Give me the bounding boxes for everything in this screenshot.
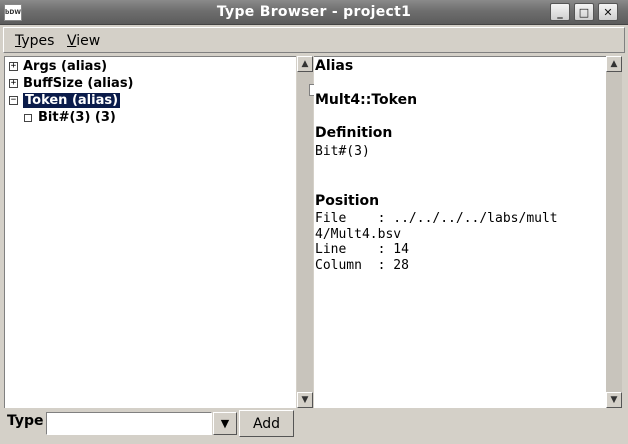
type-label: Type — [7, 413, 44, 429]
add-button[interactable]: Add — [239, 410, 294, 437]
maximize-button[interactable]: □ — [574, 3, 594, 21]
definition-heading: Definition — [315, 125, 393, 141]
position-line: 4/Mult4.bsv — [315, 227, 402, 242]
dropdown-icon[interactable]: ▼ — [213, 412, 237, 435]
scroll-down-icon[interactable]: ▼ — [606, 392, 622, 408]
tree-scrollbar[interactable]: ▲ ▼ — [297, 56, 313, 408]
scroll-up-icon[interactable]: ▲ — [297, 56, 313, 72]
close-button[interactable]: ✕ — [598, 3, 618, 21]
definition-value: Bit#(3) — [315, 144, 370, 159]
menu-types[interactable]: Types — [15, 33, 54, 49]
detail-scrollbar[interactable]: ▲ ▼ — [606, 56, 622, 408]
collapse-icon[interactable]: − — [9, 96, 18, 105]
scroll-up-icon[interactable]: ▲ — [606, 56, 622, 72]
menu-view[interactable]: View — [67, 33, 100, 49]
tree-item-label: Args (alias) — [23, 59, 108, 74]
tree-item-label: Bit#(3) (3) — [38, 110, 116, 125]
type-kind: Alias — [315, 58, 354, 74]
minimize-button[interactable]: _ — [550, 3, 570, 21]
scroll-down-icon[interactable]: ▼ — [297, 392, 313, 408]
position-line: Line : 14 — [315, 242, 409, 257]
tree-item-label: BuffSize (alias) — [23, 76, 134, 91]
detail-pane: Alias Mult4::Token Definition Bit#(3) Po… — [314, 56, 606, 408]
type-tree[interactable]: + Args (alias) + BuffSize (alias) − Toke… — [4, 56, 296, 408]
position-line: Column : 28 — [315, 258, 409, 273]
leaf-icon — [24, 114, 32, 122]
type-name: Mult4::Token — [315, 92, 418, 108]
position-heading: Position — [315, 193, 380, 209]
window-title: Type Browser - project1 — [216, 4, 412, 20]
title-bar: bDW Type Browser - project1 _ □ ✕ — [0, 0, 628, 25]
position-line: File : ../../../../labs/mult — [315, 211, 558, 226]
menu-bar: Types View — [3, 27, 625, 53]
tree-item-label: Token (alias) — [23, 93, 121, 108]
expand-icon[interactable]: + — [9, 79, 18, 88]
expand-icon[interactable]: + — [9, 62, 18, 71]
type-input[interactable] — [46, 412, 212, 435]
